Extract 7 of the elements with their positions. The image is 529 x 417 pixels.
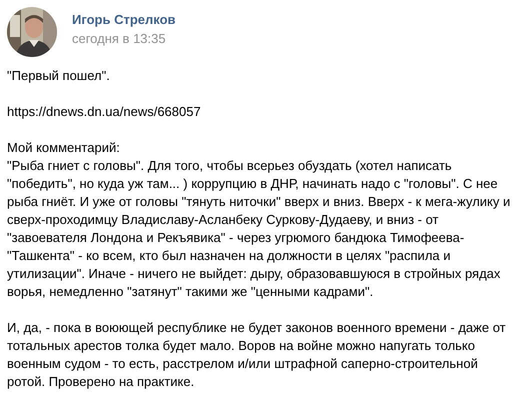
paragraph: "Первый пошел". bbox=[7, 67, 111, 85]
link[interactable]: https://dnews.dn.ua/news/668057 bbox=[7, 103, 201, 121]
paragraph: И, да, - пока в воюющей республике не будет законов военного времени - даже от тотальных арестов толка будет мало. Воров на войне можно напугать только военным судом - то есть, расстрелом и/или штрафной саперно-строительной ротой. Проверено на практике. bbox=[7, 319, 507, 391]
post-time[interactable]: сегодня в 13:35 bbox=[72, 30, 176, 46]
paragraph: Мой комментарий: bbox=[7, 139, 121, 157]
paragraph: "Рыба гниет с головы". Для того, чтобы всерьез обуздать (хотел написать "победить", но куда уж там... ) коррупцию в ДНР, начинать надо с "головы". С нее рыба гниёт. И уже от головы "тянуть ниточки" вверх и вниз. Вверх - к мега-жулику и сверх-проходимцу Владиславу-Асланбеку Суркову-Дудаеву, и вниз - от "завоевателя Лондона и Рекъявика" - через угрюмого бандюка Тимофеева-"Ташкента" - ко всем, кто был назначен на должности в целях "распила и утилизации". Иначе - ничего не выйдет: дыру, образовавшуюся в стройных рядах ворья, немедленно "затянут" такими же "ценными кадрами". bbox=[7, 157, 512, 301]
author-name[interactable]: Игорь Стрелков bbox=[72, 12, 176, 28]
